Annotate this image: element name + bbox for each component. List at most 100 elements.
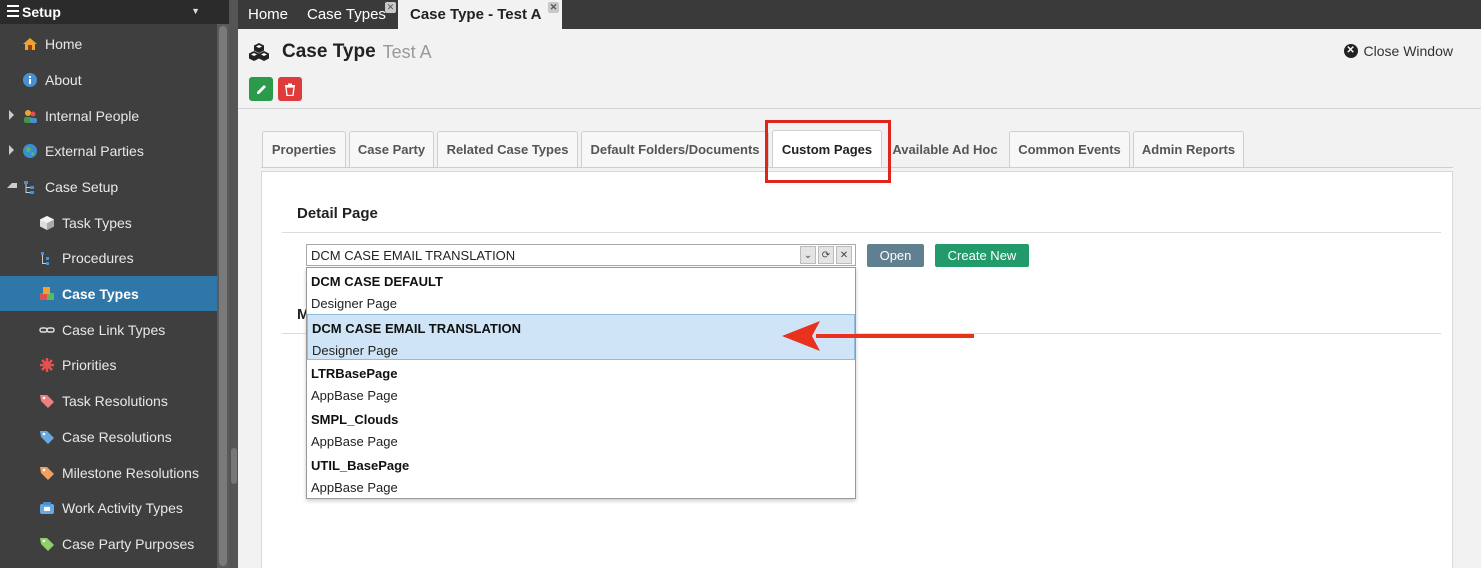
sidebar-item-internal-people[interactable]: Internal People (0, 98, 217, 133)
close-tab-icon[interactable]: ✕ (385, 2, 396, 13)
close-icon: ✕ (1343, 44, 1358, 58)
splitter-handle[interactable] (231, 448, 237, 484)
refresh-icon[interactable]: ⟳ (818, 246, 834, 264)
sidebar-item-label: Procedures (62, 249, 134, 266)
sidebar-item-label: About (45, 71, 82, 88)
sidebar-item-task-types[interactable]: Task Types (0, 205, 217, 240)
trash-icon (285, 83, 295, 96)
tab-label: Admin Reports (1141, 142, 1236, 157)
list-item[interactable]: SMPL_Clouds AppBase Page (307, 406, 855, 452)
people-icon (22, 108, 38, 124)
sidebar-item-case-types[interactable]: Case Types (0, 276, 217, 311)
cubes-icon (249, 43, 269, 61)
option-name: DCM CASE EMAIL TRANSLATION (312, 321, 521, 336)
sidebar-item-external-parties[interactable]: External Parties (0, 133, 217, 168)
top-tab-label: Case Types (307, 6, 386, 23)
tab-related-case-types[interactable]: Related Case Types (437, 131, 578, 167)
close-window-button[interactable]: ✕ Close Window (1343, 43, 1453, 59)
option-name: DCM CASE DEFAULT (311, 274, 443, 289)
list-item[interactable]: DCM CASE DEFAULT Designer Page (307, 268, 855, 314)
phone-icon (39, 500, 55, 516)
tag-icon (39, 465, 55, 481)
list-item[interactable]: UTIL_BasePage AppBase Page (307, 452, 855, 498)
sidebar-item-label: Milestone Resolutions (62, 464, 199, 481)
tab-label: Available Ad Hoc (892, 142, 998, 157)
edit-button[interactable] (249, 77, 273, 101)
tag-icon (39, 429, 55, 445)
expand-icon[interactable] (9, 110, 14, 120)
sidebar: Setup ▼ Home About Internal People Exter… (0, 0, 229, 568)
sidebar-item-label: Internal People (45, 107, 140, 124)
sidebar-item-case-setup[interactable]: Case Setup (0, 169, 217, 204)
page-title-text: Case Type (282, 41, 376, 62)
clear-icon[interactable]: ✕ (836, 246, 852, 264)
chevron-down-icon[interactable]: ⌄ (800, 246, 816, 264)
expand-icon[interactable] (9, 145, 14, 155)
option-name: UTIL_BasePage (311, 458, 410, 473)
custom-pages-panel: Detail Page M DCM CASE EMAIL TRANSLATION… (261, 171, 1453, 568)
scrollbar-thumb[interactable] (219, 26, 227, 566)
top-tab-case-type-test-a[interactable]: Case Type - Test A ✕ (398, 0, 562, 29)
tab-properties[interactable]: Properties (262, 131, 346, 167)
selected-value: DCM CASE EMAIL TRANSLATION (311, 248, 516, 263)
page-subtitle: Test A (382, 41, 432, 62)
sidebar-item-work-activity-types[interactable]: Work Activity Types (0, 490, 217, 525)
tab-label: Default Folders/Documents (590, 142, 760, 157)
sidebar-item-label: Case Link Types (62, 321, 166, 338)
sidebar-item-about[interactable]: About (0, 62, 217, 97)
sidebar-item-label: Priorities (62, 356, 117, 373)
globe-icon (22, 143, 38, 159)
tab-case-party[interactable]: Case Party (349, 131, 434, 167)
sidebar-title: Setup (22, 4, 61, 20)
detail-page-select[interactable]: DCM CASE EMAIL TRANSLATION ⌄ ⟳ ✕ (306, 244, 856, 266)
option-desc: Designer Page (312, 343, 398, 358)
highlight-annotation (765, 120, 891, 183)
sidebar-item-label: Task Resolutions (62, 392, 168, 409)
sidebar-item-procedures[interactable]: Procedures (0, 240, 217, 275)
list-item[interactable]: LTRBasePage AppBase Page (307, 360, 855, 406)
top-tab-case-types[interactable]: Case Types ✕ (307, 0, 396, 29)
top-tab-bar: Home Case Types ✕ Case Type - Test A ✕ (238, 0, 1481, 29)
collapse-icon[interactable] (7, 183, 17, 188)
sidebar-scrollbar[interactable] (217, 24, 229, 568)
link-icon (39, 322, 55, 338)
delete-button[interactable] (278, 77, 302, 101)
top-tab-home[interactable]: Home (248, 0, 288, 29)
tab-label: Case Party (357, 142, 426, 157)
section-title: Detail Page (297, 205, 378, 222)
tab-available-ad-hoc[interactable]: Available Ad Hoc (885, 131, 1005, 167)
open-button[interactable]: Open (867, 244, 924, 267)
tab-common-events[interactable]: Common Events (1009, 131, 1130, 167)
tab-label: Properties (271, 142, 337, 157)
list-item-selected[interactable]: DCM CASE EMAIL TRANSLATION Designer Page (307, 314, 855, 360)
top-tab-label: Home (248, 6, 289, 23)
sidebar-item-case-resolutions[interactable]: Case Resolutions (0, 419, 217, 454)
sidebar-item-milestone-resolutions[interactable]: Milestone Resolutions (0, 455, 217, 490)
option-desc: Designer Page (311, 296, 397, 311)
sidebar-item-case-link-types[interactable]: Case Link Types (0, 312, 217, 347)
sidebar-header[interactable]: Setup ▼ (0, 0, 229, 24)
close-window-label: Close Window (1363, 43, 1453, 59)
sidebar-item-home[interactable]: Home (0, 26, 217, 61)
divider (282, 232, 1441, 233)
sidebar-item-task-resolutions[interactable]: Task Resolutions (0, 383, 217, 418)
sidebar-item-label: External Parties (45, 142, 144, 159)
sidebar-item-case-party-purposes[interactable]: Case Party Purposes (0, 526, 217, 561)
sidebar-item-label: Case Types (62, 285, 139, 302)
sidebar-item-priorities[interactable]: Priorities (0, 347, 217, 382)
close-tab-icon[interactable]: ✕ (548, 2, 559, 13)
option-desc: AppBase Page (311, 434, 398, 449)
option-name: SMPL_Clouds (311, 412, 399, 427)
sidebar-splitter[interactable] (229, 0, 238, 568)
tag-icon (39, 393, 55, 409)
page-title: Case Type Test A (248, 41, 432, 63)
create-new-button[interactable]: Create New (935, 244, 1029, 267)
tab-admin-reports[interactable]: Admin Reports (1133, 131, 1244, 167)
caret-down-icon: ▼ (191, 6, 200, 16)
tab-label: Related Case Types (446, 142, 569, 157)
tag-icon (39, 536, 55, 552)
arrow-annotation-icon (782, 321, 974, 351)
home-icon (22, 36, 38, 52)
tab-default-folders-documents[interactable]: Default Folders/Documents (581, 131, 769, 167)
sidebar-item-label: Case Party Purposes (62, 535, 195, 552)
